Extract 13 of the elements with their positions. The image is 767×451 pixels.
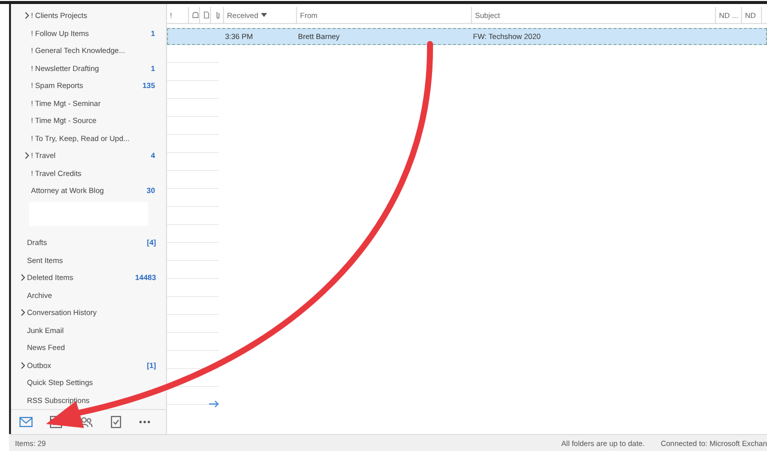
envelope-icon[interactable] xyxy=(19,414,33,429)
bell-icon[interactable] xyxy=(192,11,199,19)
chevron-icon[interactable] xyxy=(25,12,29,20)
paperclip-icon[interactable] xyxy=(214,11,222,19)
chevron-icon[interactable] xyxy=(21,362,25,368)
chevron-icon[interactable] xyxy=(21,274,25,281)
chevron-icon[interactable] xyxy=(21,309,25,316)
document-icon[interactable] xyxy=(203,11,210,19)
more-button[interactable]: ••• xyxy=(139,416,152,427)
checklist-icon[interactable] xyxy=(109,414,123,429)
chevron-icon[interactable] xyxy=(25,152,29,160)
people-icon[interactable] xyxy=(79,414,93,429)
arrow-right-icon[interactable] xyxy=(209,400,219,408)
